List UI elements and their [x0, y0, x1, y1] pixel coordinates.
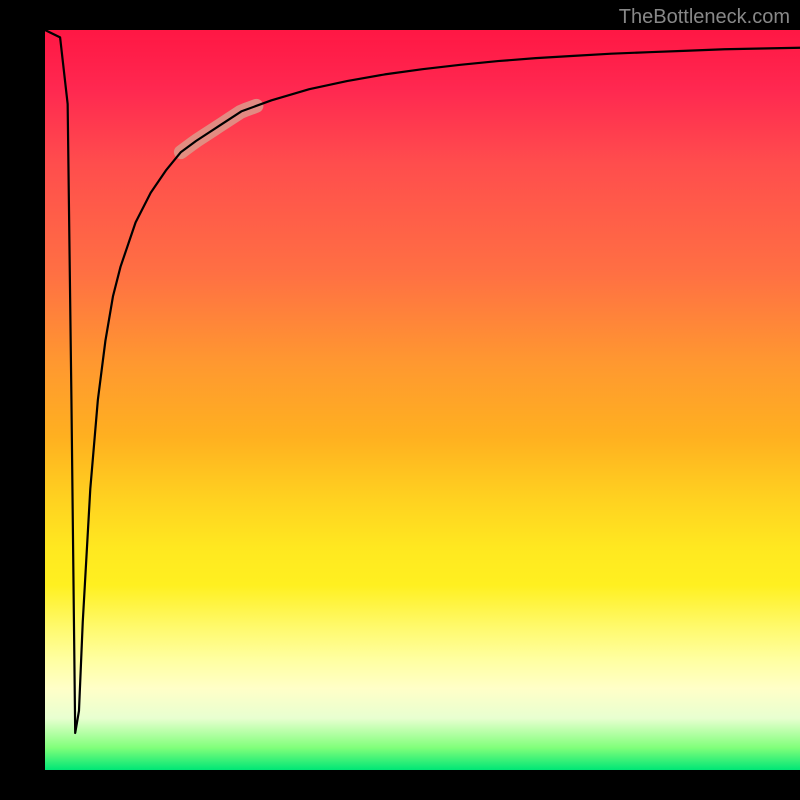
bottleneck-curve — [45, 30, 800, 733]
attribution-text: TheBottleneck.com — [619, 6, 790, 29]
chart-plot-area — [45, 30, 800, 770]
curve-highlight-segment — [181, 106, 257, 152]
chart-svg — [45, 30, 800, 770]
